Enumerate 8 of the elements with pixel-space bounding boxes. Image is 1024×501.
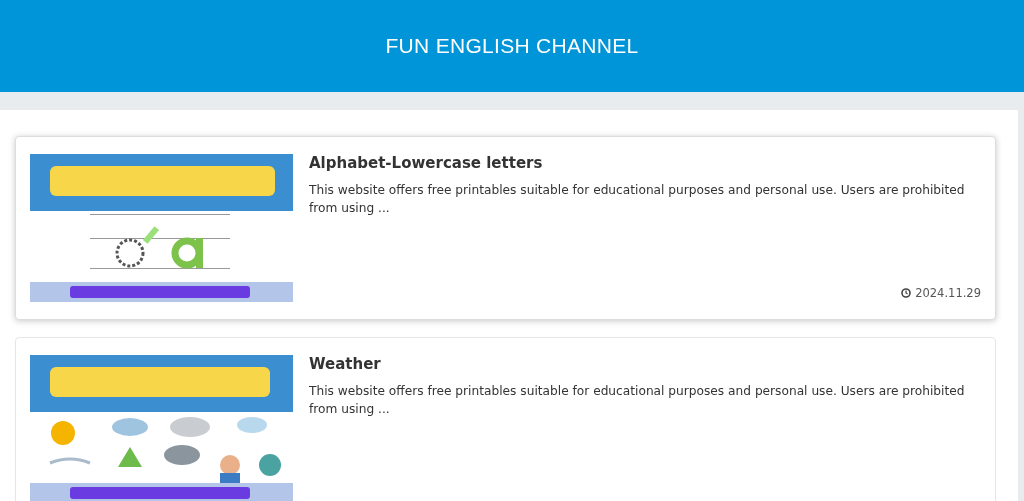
post-card[interactable]: Weather This website offers free printables suitable for educational purposes and personal use. Users are prohibited from using ...	[15, 337, 996, 501]
post-title[interactable]: Alphabet-Lowercase letters	[309, 154, 981, 172]
post-card[interactable]: Alphabet-Lowercase letters This website offers free printables suitable for educational purposes and personal use. Users are prohibited from using ... 2024.11.29	[15, 136, 996, 320]
post-date: 2024.11.29	[915, 284, 981, 302]
post-excerpt: This website offers free printables suitable for educational purposes and personal use. Users are prohibited from using ...	[309, 182, 966, 217]
clock-icon	[901, 288, 912, 299]
post-excerpt: This website offers free printables suitable for educational purposes and personal use. Users are prohibited from using ...	[309, 383, 966, 418]
post-title[interactable]: Weather	[309, 355, 981, 373]
